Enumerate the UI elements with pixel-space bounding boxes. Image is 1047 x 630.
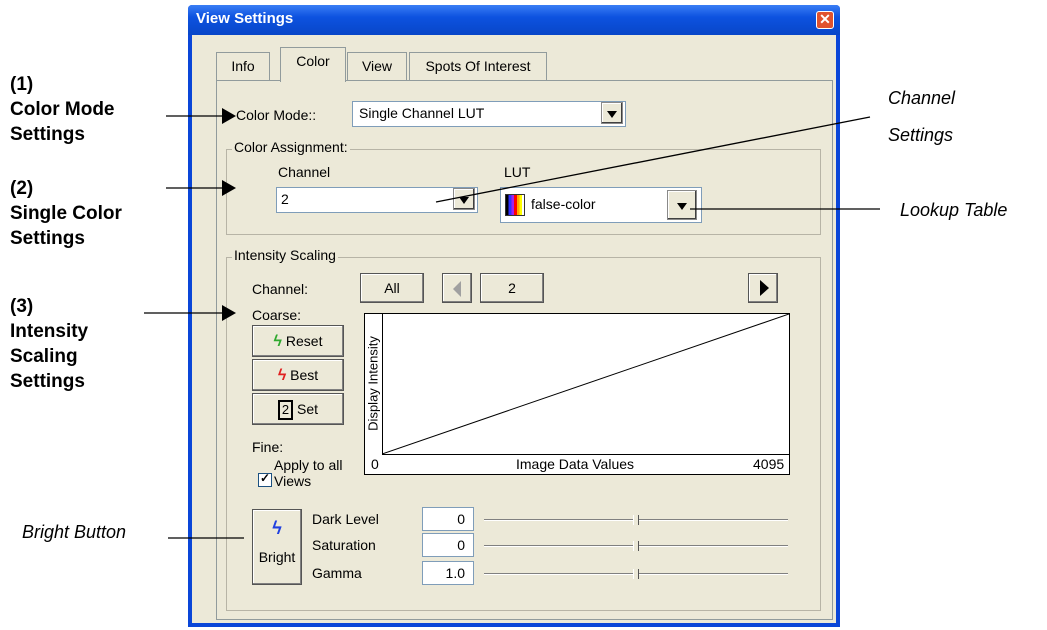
pointer-line-channel: [435, 116, 871, 203]
arrow-2-icon: [222, 180, 236, 196]
annotation-pointers: [144, 108, 880, 539]
tab-color-label: Color: [296, 53, 330, 69]
arrow-1-icon: [222, 108, 236, 124]
arrow-3-icon: [222, 305, 236, 321]
tab-color[interactable]: Color: [280, 47, 346, 82]
